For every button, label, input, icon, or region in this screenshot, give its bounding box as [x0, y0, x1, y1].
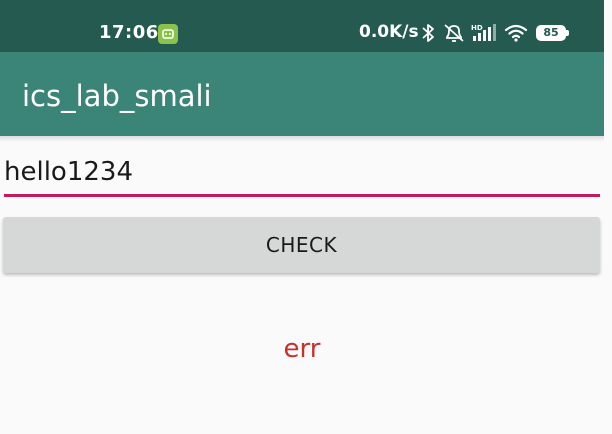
app-title: ics_lab_smali: [22, 79, 212, 113]
app-screen: 17:06 0.0K/s HD 85 ics_lab_smali hello12…: [0, 0, 612, 434]
app-notification-icon: [158, 24, 178, 44]
check-button[interactable]: CHECK: [3, 217, 600, 273]
battery-tip: [566, 30, 569, 36]
app-bar-shadow: [0, 136, 612, 142]
battery-level: 85: [543, 26, 559, 39]
text-input[interactable]: hello1234: [4, 150, 600, 194]
status-time: 17:06: [99, 22, 159, 43]
wifi-icon: [504, 23, 528, 47]
bluetooth-icon: [421, 23, 435, 47]
result-text: err: [283, 334, 321, 364]
svg-text:HD: HD: [471, 24, 483, 32]
status-bar: 17:06 0.0K/s HD 85: [0, 0, 612, 52]
input-underline: [4, 194, 600, 197]
network-speed: 0.0K/s: [359, 22, 419, 42]
battery-icon: 85: [536, 25, 566, 41]
alarm-off-icon: [443, 23, 465, 47]
screen-edge: [604, 0, 612, 434]
hd-signal-icon: HD: [471, 23, 497, 47]
